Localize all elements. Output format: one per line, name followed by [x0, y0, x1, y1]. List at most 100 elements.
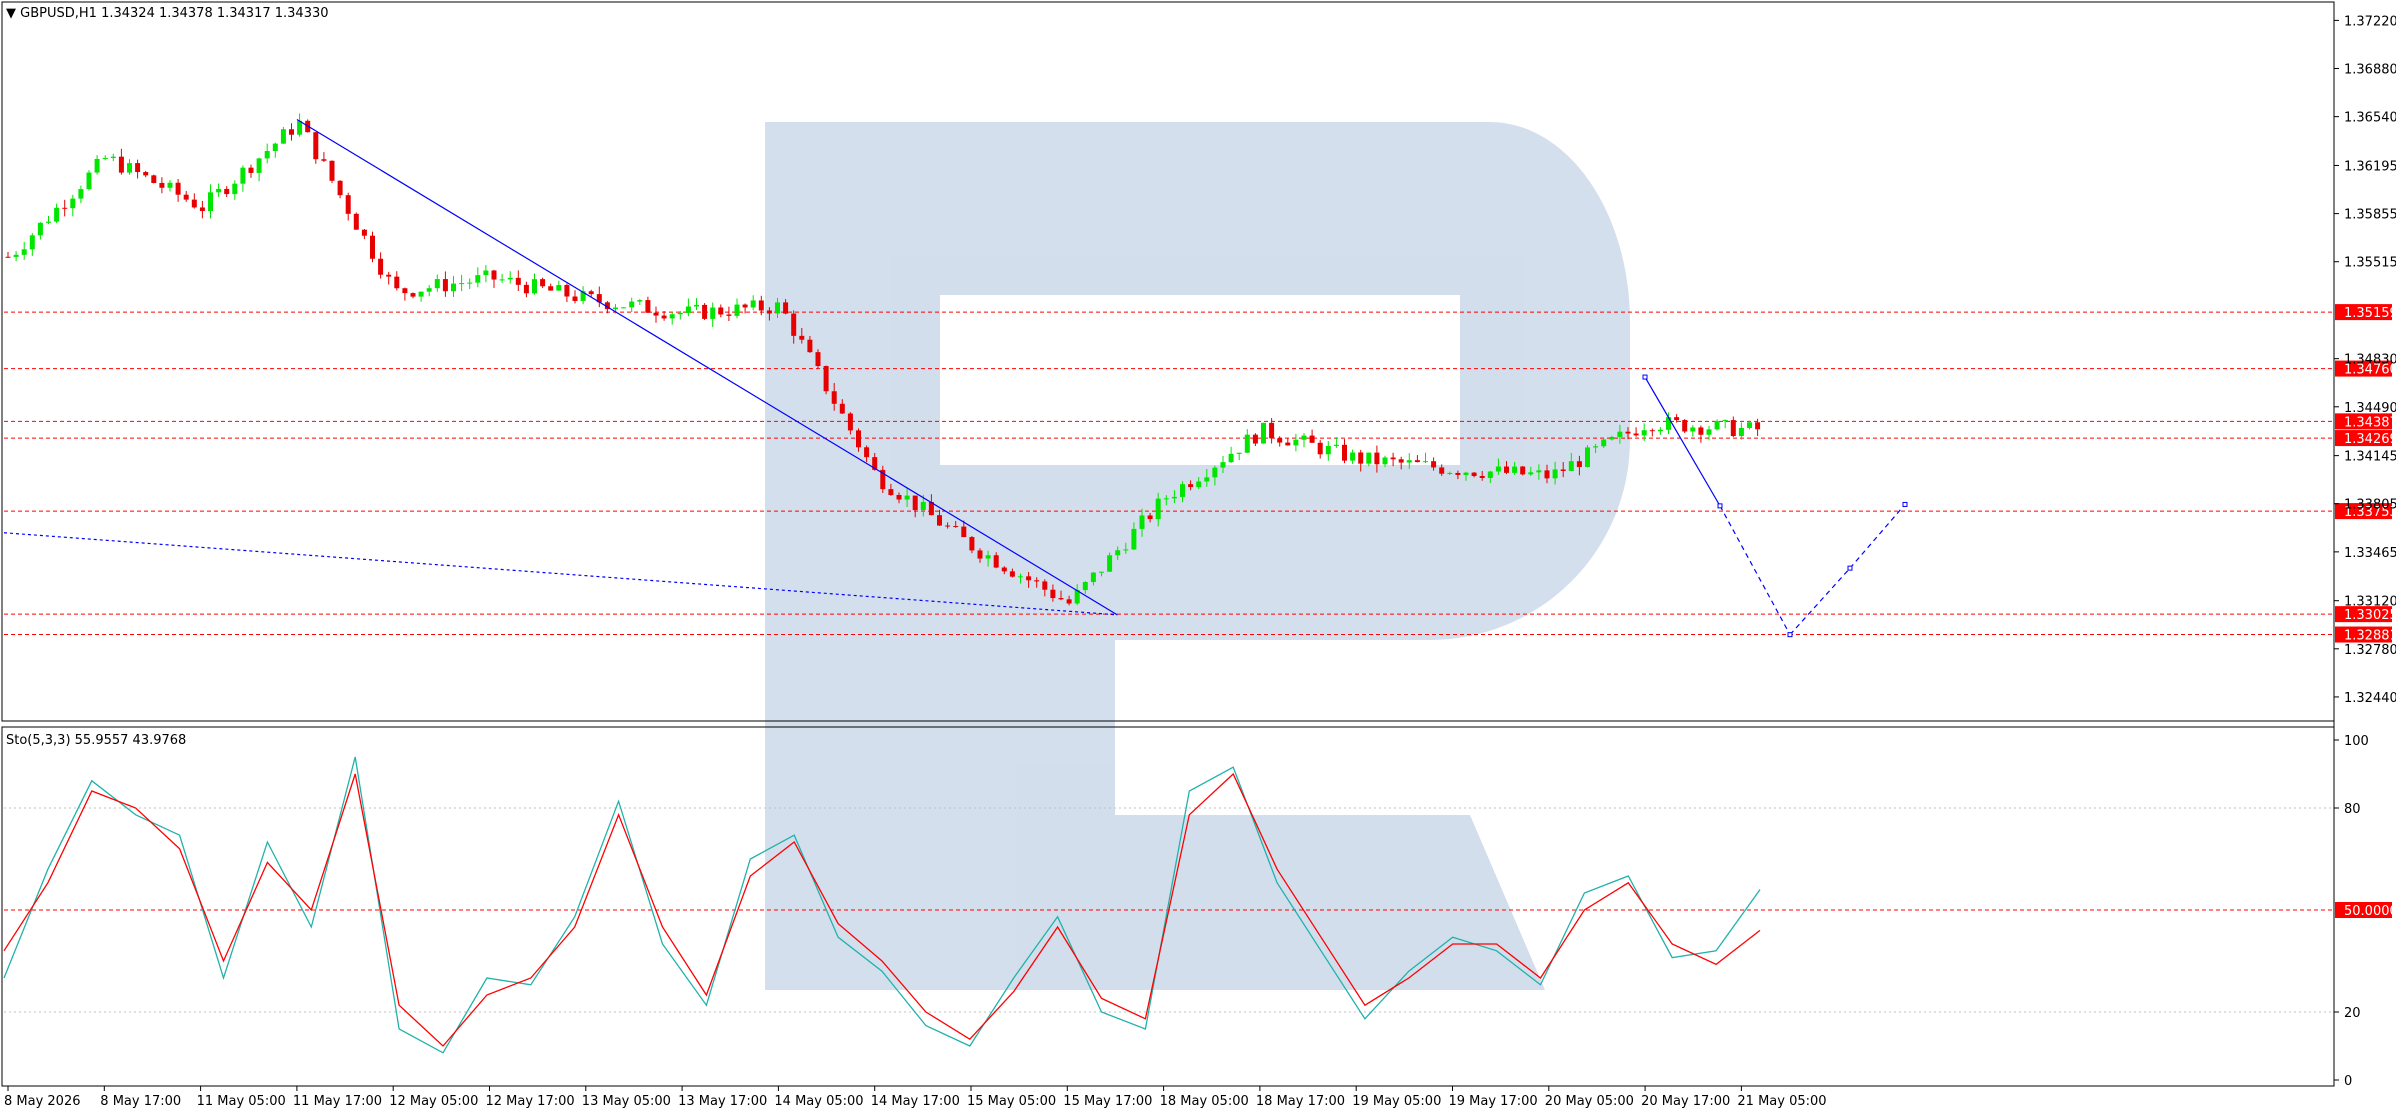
candle-body: [499, 279, 505, 281]
candle-body: [70, 198, 76, 209]
candle-body: [280, 129, 286, 144]
candle-body: [564, 285, 570, 297]
candle-body: [791, 313, 797, 336]
price-tick-label: 1.35855: [2344, 208, 2396, 223]
stochastic-header: Sto(5,3,3) 55.9557 43.9768: [6, 733, 186, 748]
time-tick-label: 15 May 17:00: [1063, 1094, 1152, 1109]
candle-body: [467, 282, 473, 284]
candle-body: [677, 312, 683, 315]
candle-body: [232, 183, 238, 195]
stochastic-level-label: 50.0000: [2344, 904, 2396, 919]
candle-body: [1309, 435, 1315, 443]
candle-body: [856, 430, 861, 448]
candle-body: [13, 254, 19, 257]
candle-body: [240, 167, 246, 184]
candle-body: [1058, 598, 1064, 600]
candle-body: [1374, 452, 1380, 465]
forecast-node[interactable]: [1642, 374, 1648, 380]
candle-body: [345, 195, 351, 214]
level-price-label: 1.33025: [2344, 608, 2396, 623]
candle-body: [637, 300, 643, 302]
candle-body: [1439, 467, 1445, 474]
forecast-node[interactable]: [1717, 503, 1723, 509]
candle-body: [159, 182, 165, 188]
candle-body: [685, 306, 691, 313]
candle-body: [1479, 475, 1485, 478]
candle-body: [734, 304, 740, 316]
time-tick-label: 13 May 17:00: [678, 1094, 767, 1109]
symbol-header: ▼ GBPUSD,H1 1.34324 1.34378 1.34317 1.34…: [6, 6, 329, 21]
candle-body: [1333, 444, 1339, 446]
candle-body: [1576, 461, 1582, 468]
candle-body: [264, 151, 270, 159]
forecast-node[interactable]: [1787, 632, 1793, 638]
candle-body: [1196, 481, 1202, 488]
candle-body: [1269, 422, 1275, 439]
candle-body: [993, 555, 999, 568]
candle-body: [1414, 460, 1420, 463]
candle-body: [653, 312, 659, 316]
candle-body: [1682, 420, 1688, 432]
candle-body: [1350, 452, 1356, 461]
candle-body: [839, 403, 845, 414]
time-tick-label: 12 May 05:00: [389, 1094, 478, 1109]
candle-body: [694, 304, 699, 307]
candle-body: [175, 182, 181, 195]
candle-body: [54, 207, 60, 222]
price-chart[interactable]: 1.351591.347601.343871.342691.337531.330…: [0, 0, 2396, 1110]
candle-body: [216, 188, 222, 193]
time-tick-label: 8 May 2026: [4, 1094, 81, 1109]
candle-body: [272, 143, 278, 152]
candle-body: [1520, 466, 1526, 475]
candle-body: [896, 495, 902, 500]
candle-body: [1463, 472, 1469, 475]
time-tick-label: 14 May 05:00: [774, 1094, 863, 1109]
forecast-node[interactable]: [1902, 501, 1908, 507]
level-price-label: 1.35159: [2344, 306, 2396, 321]
candle-body: [110, 156, 116, 159]
candle-body: [1738, 427, 1744, 437]
candle-body: [208, 192, 213, 212]
candle-body: [118, 156, 124, 173]
forecast-segment[interactable]: [1719, 505, 1791, 635]
candle-body: [920, 501, 926, 511]
candle-body: [1609, 436, 1615, 440]
candle-body: [321, 159, 327, 161]
time-tick-label: 15 May 05:00: [967, 1094, 1056, 1109]
candle-body: [361, 229, 367, 236]
candle-body: [1123, 549, 1129, 551]
candle-body: [143, 172, 149, 176]
candle-body: [1625, 431, 1631, 434]
candle-body: [629, 301, 635, 308]
forecast-segment[interactable]: [1644, 376, 1721, 507]
candle-body: [572, 296, 578, 301]
candle-body: [21, 249, 27, 255]
candle-body: [1568, 461, 1574, 471]
candle-body: [1163, 498, 1169, 500]
candle-body: [710, 307, 716, 319]
candle-body: [1317, 442, 1323, 455]
candle-body: [1325, 445, 1331, 455]
candle-body: [702, 304, 708, 319]
candle-body: [1666, 417, 1671, 430]
candle-body: [523, 284, 529, 294]
forecast-segment[interactable]: [1789, 567, 1851, 636]
candle-body: [1042, 581, 1048, 590]
candle-body: [742, 304, 748, 308]
candle-body: [183, 194, 189, 200]
candle-body: [1657, 429, 1663, 432]
candle-body: [1285, 442, 1291, 446]
candle-body: [442, 279, 448, 292]
candle-body: [799, 335, 805, 340]
time-tick-label: 11 May 05:00: [197, 1094, 286, 1109]
candle-body: [1714, 421, 1720, 430]
forecast-node[interactable]: [1847, 565, 1853, 571]
candle-body: [588, 291, 594, 295]
stochastic-tick-label: 20: [2344, 1006, 2361, 1021]
price-tick-label: 1.32780: [2344, 643, 2396, 658]
price-tick-label: 1.35515: [2344, 256, 2396, 271]
candle-body: [775, 302, 780, 314]
candle-body: [1261, 422, 1266, 444]
forecast-segment[interactable]: [1849, 504, 1906, 569]
candle-body: [1366, 452, 1372, 464]
